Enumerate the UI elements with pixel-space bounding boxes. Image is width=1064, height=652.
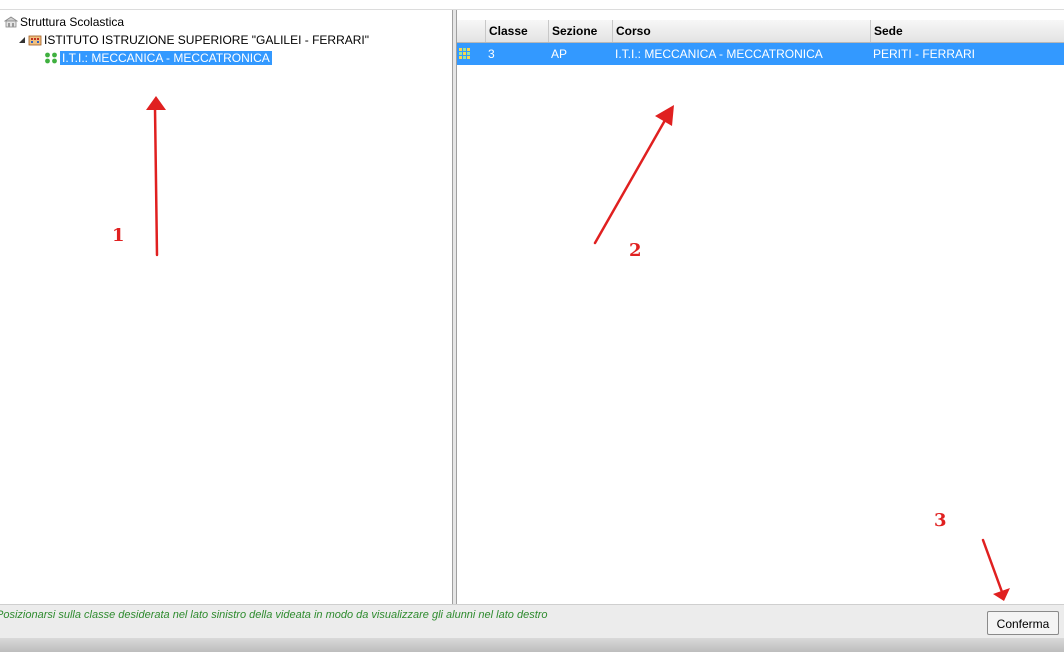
taskbar-strip (0, 638, 1064, 652)
classes-grid: Classe Sezione Corso Sede 3 AP I.T.I.: M… (457, 10, 1064, 604)
tree-root-label: Struttura Scolastica (20, 15, 125, 29)
cell-corso: I.T.I.: MECCANICA - MECCATRONICA (615, 47, 823, 61)
tree-node-school[interactable]: ISTITUTO ISTRUZIONE SUPERIORE "GALILEI -… (18, 32, 369, 48)
annotation-label-3: 3 (934, 510, 947, 531)
tree-course-label: I.T.I.: MECCANICA - MECCATRONICA (60, 51, 272, 65)
column-header-corso[interactable]: Corso (613, 20, 871, 42)
school-icon (28, 35, 42, 46)
building-icon (4, 16, 18, 28)
expanded-triangle-icon[interactable] (18, 34, 26, 46)
column-header-classe[interactable]: Classe (486, 20, 549, 42)
tree-root[interactable]: Struttura Scolastica (4, 14, 124, 30)
window-top-border (0, 0, 1064, 10)
annotation-label-1: 1 (112, 225, 125, 246)
annotation-label-2: 2 (629, 240, 642, 261)
row-indicator-header (457, 20, 486, 42)
tree-school-label: ISTITUTO ISTRUZIONE SUPERIORE "GALILEI -… (44, 33, 370, 47)
status-bar: Posizionarsi sulla classe desiderata nel… (0, 604, 1064, 639)
column-header-sezione[interactable]: Sezione (549, 20, 613, 42)
cell-classe: 3 (488, 47, 495, 61)
tree-node-course[interactable]: I.T.I.: MECCANICA - MECCATRONICA (44, 50, 272, 66)
cell-sede: PERITI - FERRARI (873, 47, 976, 61)
status-message: Posizionarsi sulla classe desiderata nel… (0, 609, 548, 621)
grid-header: Classe Sezione Corso Sede (457, 20, 1064, 43)
column-header-sede[interactable]: Sede (871, 20, 1064, 42)
cell-sezione: AP (551, 47, 568, 61)
table-row[interactable]: 3 AP I.T.I.: MECCANICA - MECCATRONICA PE… (457, 43, 1064, 65)
row-grid-icon (459, 48, 470, 59)
confirm-button[interactable]: Conferma (987, 611, 1059, 635)
tree-panel: Struttura Scolastica ISTITUTO ISTRUZIONE… (0, 10, 452, 604)
course-icon (45, 52, 57, 64)
